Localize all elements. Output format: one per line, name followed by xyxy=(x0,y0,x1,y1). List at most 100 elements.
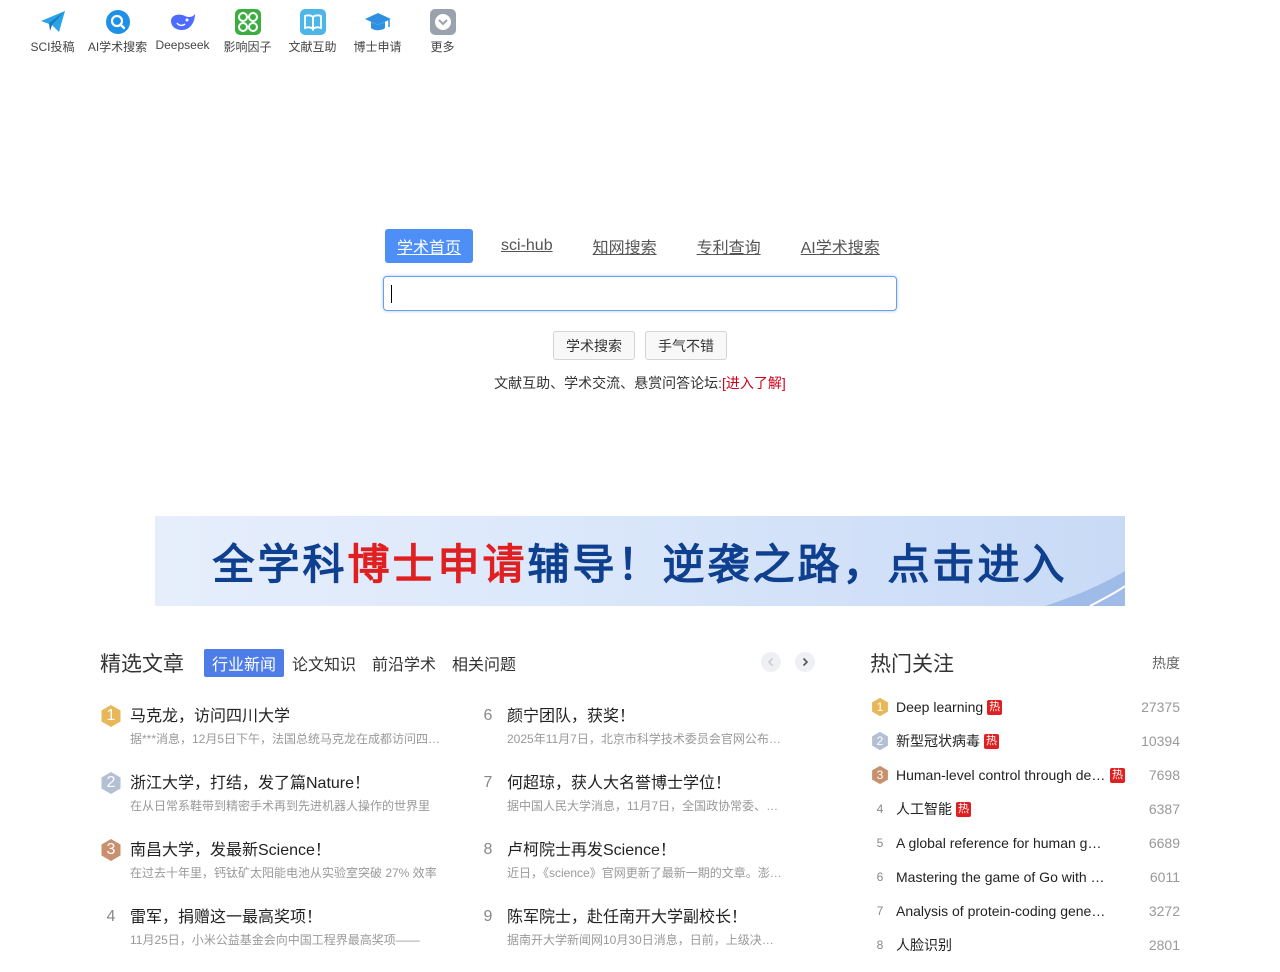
nav-sci-submit[interactable]: SCI投稿 xyxy=(20,8,85,55)
tab-industry-news[interactable]: 行业新闻 xyxy=(204,649,285,677)
article-item[interactable]: 8 卢柯院士再发Science！ 近日，《science》官网更新了最新一期的文章。… xyxy=(477,838,815,905)
hot-item[interactable]: 6 Mastering the game of Go with deep neur… xyxy=(870,860,1180,894)
rank-number: 7 xyxy=(870,901,890,921)
article-summary: 据南开大学新闻网10月30日消息，日前，上级决定，赵 xyxy=(507,933,785,947)
chevron-left-icon xyxy=(767,657,774,667)
hot-item[interactable]: 8 人脸识别 2801 xyxy=(870,928,1180,962)
article-body: 卢柯院士再发Science！ 近日，《science》官网更新了最新一期的文章。澎… xyxy=(507,838,815,882)
rank-number: 8 xyxy=(477,838,499,862)
hot-item-name[interactable]: Human-level control through deep reinfor… xyxy=(896,767,1106,783)
article-body: 浙江大学，打结，发了篇Nature！ 在从日常系鞋带到精密手术再到先进机器人操作的… xyxy=(130,771,477,815)
rank-value: 5 xyxy=(876,836,884,850)
rank-value: 8 xyxy=(483,841,493,858)
hot-item-name[interactable]: Deep learning xyxy=(896,699,983,715)
phd-banner[interactable]: 全学科 博士申请 辅导！逆袭之路， 点击进入 xyxy=(155,516,1125,606)
tab-patent-search[interactable]: 专利查询 xyxy=(685,229,773,263)
tab-cnki-search[interactable]: 知网搜索 xyxy=(581,229,669,263)
paper-plane-icon xyxy=(39,8,67,36)
rank-number: 6 xyxy=(870,867,890,887)
hot-item-name[interactable]: Analysis of protein-coding genetic varia… xyxy=(896,903,1106,919)
article-item[interactable]: 1 马克龙，访问四川大学 据***消息，12月5日下午，法国总统马克龙在成都访问四川… xyxy=(100,704,477,771)
article-title[interactable]: 马克龙，访问四川大学 xyxy=(130,704,447,730)
hot-item-name[interactable]: 人脸识别 xyxy=(896,935,952,955)
forum-text: 文献互助、学术交流、悬赏问答论坛: xyxy=(494,375,723,391)
feeling-lucky-button[interactable]: 手气不错 xyxy=(645,331,727,360)
rank-value: 1 xyxy=(106,707,116,724)
hot-item-name[interactable]: A global reference for human genetic var… xyxy=(896,835,1106,851)
article-summary: 在从日常系鞋带到精密手术再到先进机器人操作的世界里 xyxy=(130,799,431,813)
text-caret xyxy=(391,285,392,303)
article-title[interactable]: 浙江大学，打结，发了篇Nature！ xyxy=(130,771,447,797)
tab-sci-hub[interactable]: sci-hub xyxy=(489,232,565,260)
article-item[interactable]: 3 南昌大学，发最新Science！ 在过去十年里，钙钛矿太阳能电池从实验室突破 2… xyxy=(100,838,477,905)
chevron-right-icon xyxy=(802,657,809,667)
hot-item[interactable]: 7 Analysis of protein-coding genetic vari… xyxy=(870,894,1180,928)
hot-item[interactable]: 3 Human-level control through deep reinfo… xyxy=(870,758,1180,792)
hot-score-label: 热度 xyxy=(1152,655,1180,671)
shortcut-bar: SCI投稿 AI学术搜索 Deepseek 影响因子 文献互助 博士申请 更多 xyxy=(20,8,475,55)
hot-item[interactable]: 5 A global reference for human genetic va… xyxy=(870,826,1180,860)
article-list: 1 马克龙，访问四川大学 据***消息，12月5日下午，法国总统马克龙在成都访问四川… xyxy=(100,704,815,972)
hot-score: 6011 xyxy=(1149,869,1180,885)
nav-more[interactable]: 更多 xyxy=(410,8,475,55)
tab-frontier-academic[interactable]: 前沿学术 xyxy=(364,649,444,677)
academic-search-button[interactable]: 学术搜索 xyxy=(553,331,635,360)
tab-related-questions[interactable]: 相关问题 xyxy=(444,649,524,677)
nav-phd-apply[interactable]: 博士申请 xyxy=(345,8,410,55)
article-title[interactable]: 颜宁团队，获奖！ xyxy=(507,704,785,730)
hot-score: 7698 xyxy=(1148,767,1180,783)
nav-deepseek[interactable]: Deepseek xyxy=(150,8,215,55)
rank-number: 8 xyxy=(870,935,890,955)
rank-number: 9 xyxy=(477,905,499,929)
nav-impact-factor[interactable]: 影响因子 xyxy=(215,8,280,55)
article-title[interactable]: 南昌大学，发最新Science！ xyxy=(130,838,447,864)
tab-ai-academic-search[interactable]: AI学术搜索 xyxy=(789,229,892,263)
hot-score: 2801 xyxy=(1148,937,1180,953)
banner-part1: 全学科 xyxy=(212,539,348,589)
hot-score: 10394 xyxy=(1141,733,1180,749)
hot-item[interactable]: 4 人工智能热 6387 xyxy=(870,792,1180,826)
forum-line: 文献互助、学术交流、悬赏问答论坛:[进入了解] xyxy=(0,373,1280,393)
article-pager xyxy=(761,652,815,672)
graduation-cap-icon xyxy=(364,8,392,36)
prev-page-button[interactable] xyxy=(761,652,781,672)
rank-medal-icon: 1 xyxy=(870,697,890,717)
article-item[interactable]: 6 颜宁团队，获奖！ 2025年11月7日，北京市科学技术委员会官网公布了《2025… xyxy=(477,704,815,771)
rank-value: 8 xyxy=(876,938,884,952)
nav-label: 文献互助 xyxy=(288,40,337,54)
hot-item[interactable]: 1 Deep learning 热 27375 xyxy=(870,690,1180,724)
nav-ai-search[interactable]: AI学术搜索 xyxy=(85,8,150,55)
banner-text: 全学科 博士申请 辅导！逆袭之路， 点击进入 xyxy=(155,516,1125,606)
article-item[interactable]: 7 何超琼，获人大名誉博士学位！ 据中国人民大学消息，11月7日，全国政协常委、全国… xyxy=(477,771,815,838)
article-title[interactable]: 雷军，捐赠这一最高奖项！ xyxy=(130,905,447,931)
article-item[interactable]: 9 陈军院士，赴任南开大学副校长！ 据南开大学新闻网10月30日消息，日前，上级决定… xyxy=(477,905,815,972)
rank-number: 6 xyxy=(477,704,499,728)
hot-item[interactable]: 2 新型冠状病毒热 10394 xyxy=(870,724,1180,758)
hot-item-name[interactable]: Mastering the game of Go with deep neura… xyxy=(896,869,1106,885)
hot-badge: 热 xyxy=(1110,767,1125,783)
rank-value: 7 xyxy=(876,904,884,918)
whale-icon xyxy=(169,8,197,36)
hot-item-name[interactable]: 新型冠状病毒 xyxy=(896,731,980,751)
rank-number: 7 xyxy=(477,771,499,795)
hot-score: 3272 xyxy=(1148,903,1180,919)
hot-item-name[interactable]: 人工智能 xyxy=(896,799,952,819)
search-input[interactable] xyxy=(384,277,896,310)
rank-medal-icon: 2 xyxy=(870,731,890,751)
hot-badge: 热 xyxy=(956,801,971,817)
rank-value: 6 xyxy=(483,707,493,724)
article-title[interactable]: 卢柯院士再发Science！ xyxy=(507,838,785,864)
nav-literature-help[interactable]: 文献互助 xyxy=(280,8,345,55)
article-item[interactable]: 2 浙江大学，打结，发了篇Nature！ 在从日常系鞋带到精密手术再到先进机器人操作… xyxy=(100,771,477,838)
rank-value: 4 xyxy=(876,802,884,816)
tab-academic-home[interactable]: 学术首页 xyxy=(385,229,474,263)
rank-value: 2 xyxy=(876,734,884,748)
forum-enter-link[interactable]: [进入了解] xyxy=(722,375,786,391)
rank-value: 1 xyxy=(876,700,884,714)
rank-value: 6 xyxy=(876,870,884,884)
article-title[interactable]: 陈军院士，赴任南开大学副校长！ xyxy=(507,905,785,931)
next-page-button[interactable] xyxy=(795,652,815,672)
tab-paper-knowledge[interactable]: 论文知识 xyxy=(284,649,364,677)
article-title[interactable]: 何超琼，获人大名誉博士学位！ xyxy=(507,771,785,797)
article-item[interactable]: 4 雷军，捐赠这一最高奖项！ 11月25日，小米公益基金会向中国工程界最高奖项—— xyxy=(100,905,477,972)
